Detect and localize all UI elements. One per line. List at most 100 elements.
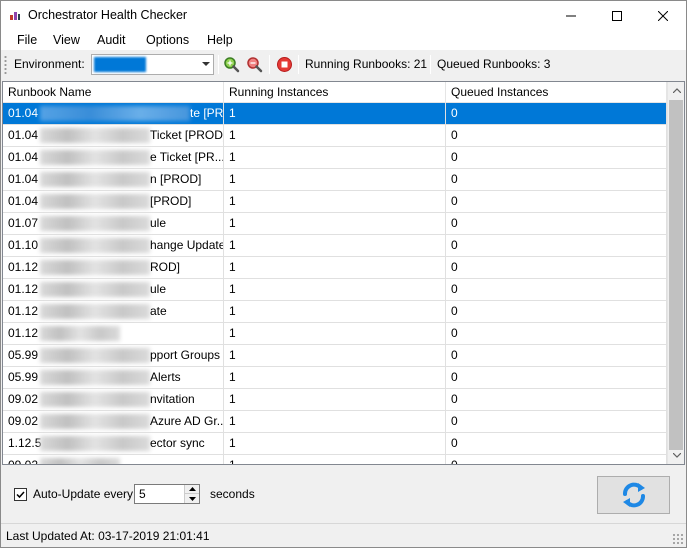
runbook-name-cell: 01.12 ule	[3, 279, 224, 301]
runbook-name-suffix: n [PROD]	[150, 172, 202, 186]
menu-options[interactable]: Options	[146, 33, 189, 47]
runbook-name-cell: 01.04 Ticket [PROD]	[3, 125, 224, 147]
chevron-down-icon[interactable]	[202, 62, 210, 66]
minimize-button[interactable]	[548, 1, 594, 30]
runbook-name-prefix: 09.02	[8, 414, 39, 428]
zoom-out-icon[interactable]	[246, 56, 263, 73]
queued-instances-cell: 0	[446, 301, 667, 323]
menu-help[interactable]: Help	[207, 33, 233, 47]
seconds-label: seconds	[210, 487, 255, 501]
runbook-name-prefix: 01.04	[8, 106, 39, 120]
table-row[interactable]: 01.10 hange Update 1 0	[3, 235, 667, 257]
table-row[interactable]: 01.04 Ticket [PROD] 1 0	[3, 125, 667, 147]
app-window: Orchestrator Health Checker File View Au…	[0, 0, 687, 548]
runbook-name-cell: 01.12 ate	[3, 301, 224, 323]
table-row[interactable]: 01.04 n [PROD] 1 0	[3, 169, 667, 191]
vertical-scrollbar[interactable]	[667, 82, 684, 464]
redacted-text	[40, 304, 150, 319]
runbook-name-cell: 01.12 ROD]	[3, 257, 224, 279]
running-instances-cell: 1	[224, 257, 446, 279]
redacted-text	[40, 106, 190, 121]
runbook-name-cell: 05.99 pport Groups	[3, 345, 224, 367]
spinner-buttons	[184, 485, 199, 503]
runbook-name-prefix: 05.99	[8, 370, 39, 384]
runbook-name-suffix: Ticket [PROD]	[150, 128, 224, 142]
resize-grip[interactable]	[672, 533, 684, 545]
queued-instances-cell: 0	[446, 323, 667, 345]
toolbar-separator	[269, 55, 270, 74]
menu-view[interactable]: View	[53, 33, 80, 47]
table-row[interactable]: 1.12.5 ector sync 1 0	[3, 433, 667, 455]
runbook-grid[interactable]: Runbook Name Running Instances Queued In…	[2, 81, 685, 465]
table-row[interactable]: 05.99 Alerts 1 0	[3, 367, 667, 389]
running-instances-cell: 1	[224, 169, 446, 191]
refresh-button[interactable]	[597, 476, 670, 514]
table-row[interactable]: 09.02 nvitation 1 0	[3, 389, 667, 411]
maximize-button[interactable]	[594, 1, 640, 30]
interval-spinner[interactable]: 5	[134, 484, 200, 504]
redacted-text	[40, 436, 150, 451]
spinner-down-button[interactable]	[185, 494, 199, 503]
redacted-text	[40, 128, 150, 143]
runbook-name-suffix: hange Update	[150, 238, 224, 252]
zoom-in-icon[interactable]	[223, 56, 240, 73]
queued-runbooks-count: Queued Runbooks: 3	[437, 57, 551, 71]
column-header-runbook-name[interactable]: Runbook Name	[3, 82, 224, 103]
queued-instances-cell: 0	[446, 389, 667, 411]
queued-instances-cell: 0	[446, 433, 667, 455]
table-row[interactable]: 01.07 ule 1 0	[3, 213, 667, 235]
running-instances-cell: 1	[224, 433, 446, 455]
toolbar-grip[interactable]	[4, 55, 7, 74]
bottom-panel: Auto-Update every 5 seconds	[1, 467, 686, 523]
table-row[interactable]: 05.99 pport Groups 1 0	[3, 345, 667, 367]
redacted-text	[40, 370, 150, 385]
runbook-name-prefix: 01.04	[8, 172, 39, 186]
runbook-name-prefix: 01.07	[8, 216, 39, 230]
runbook-name-cell: 01.04 n [PROD]	[3, 169, 224, 191]
close-button[interactable]	[640, 1, 686, 30]
stop-icon[interactable]	[276, 56, 293, 73]
runbook-name-prefix: 09.02	[8, 392, 39, 406]
table-row[interactable]: 09.02 1 0	[3, 455, 667, 464]
column-header-queued-instances[interactable]: Queued Instances	[446, 82, 667, 103]
queued-instances-cell: 0	[446, 147, 667, 169]
runbook-name-prefix: 01.10	[8, 238, 39, 252]
menu-file[interactable]: File	[17, 33, 37, 47]
runbook-name-suffix: [PROD]	[150, 194, 192, 208]
column-header-running-instances[interactable]: Running Instances	[224, 82, 446, 103]
table-row[interactable]: 01.04 e Ticket [PR... 1 0	[3, 147, 667, 169]
queued-instances-cell: 0	[446, 367, 667, 389]
menu-audit[interactable]: Audit	[97, 33, 126, 47]
scrollbar-thumb[interactable]	[669, 100, 683, 450]
redacted-text	[40, 458, 120, 464]
spinner-up-button[interactable]	[185, 485, 199, 494]
toolbar-separator	[298, 55, 299, 74]
environment-label: Environment:	[14, 57, 85, 71]
redacted-text	[40, 238, 150, 253]
table-row[interactable]: 01.12 ROD] 1 0	[3, 257, 667, 279]
running-instances-cell: 1	[224, 301, 446, 323]
table-row[interactable]: 01.04 te [PROD]10	[3, 103, 667, 125]
queued-instances-cell: 0	[446, 191, 667, 213]
runbook-name-prefix: 01.12	[8, 304, 39, 318]
triangle-down-icon	[188, 496, 196, 501]
runbook-name-prefix: 01.04	[8, 150, 39, 164]
runbook-name-cell: 01.07 ule	[3, 213, 224, 235]
auto-update-checkbox[interactable]	[14, 488, 27, 501]
scroll-down-button[interactable]	[668, 447, 684, 464]
interval-value[interactable]: 5	[139, 487, 146, 501]
table-row[interactable]: 01.12 ate 1 0	[3, 301, 667, 323]
scroll-up-button[interactable]	[668, 82, 684, 99]
table-row[interactable]: 01.04 [PROD] 1 0	[3, 191, 667, 213]
table-row[interactable]: 01.12 1 0	[3, 323, 667, 345]
running-instances-cell: 1	[224, 191, 446, 213]
auto-update-label[interactable]: Auto-Update every	[33, 487, 133, 501]
runbook-name-cell: 09.02	[3, 455, 224, 464]
running-instances-cell: 1	[224, 323, 446, 345]
table-row[interactable]: 09.02 Azure AD Gr... 1 0	[3, 411, 667, 433]
runbook-name-suffix: ate	[150, 304, 167, 318]
environment-select[interactable]	[91, 54, 214, 75]
running-instances-cell: 1	[224, 235, 446, 257]
toolbar-separator	[430, 55, 431, 74]
table-row[interactable]: 01.12 ule 1 0	[3, 279, 667, 301]
